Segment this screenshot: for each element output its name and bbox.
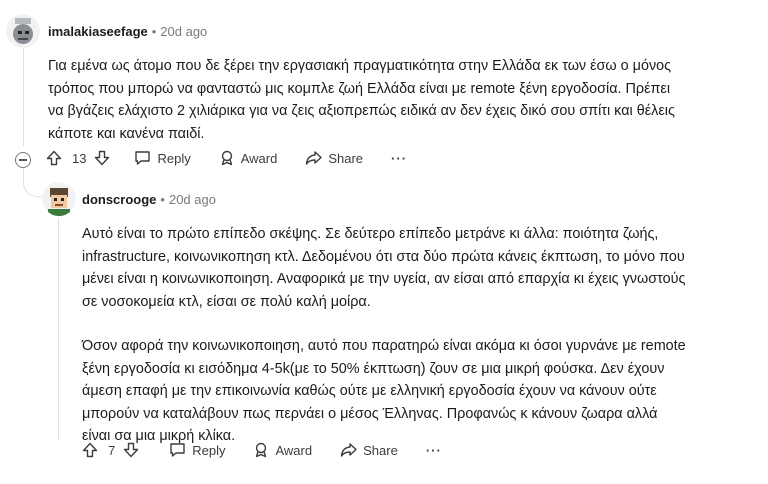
upvote-icon[interactable] — [46, 150, 62, 166]
more-options-icon[interactable]: ··· — [391, 151, 407, 166]
more-options-button[interactable]: ··· — [391, 151, 407, 166]
collapse-thread-button[interactable] — [15, 152, 31, 168]
timestamp[interactable]: 20d ago — [169, 192, 216, 207]
share-button[interactable]: Share — [305, 150, 363, 166]
downvote-button[interactable] — [94, 150, 110, 166]
share-icon[interactable] — [340, 442, 357, 458]
separator-dot: • — [151, 24, 157, 39]
award-icon[interactable] — [253, 442, 269, 458]
vote-count: 13 — [72, 150, 87, 166]
share-button[interactable]: Share — [340, 442, 398, 458]
comment-meta: donscrooge • 20d ago — [82, 192, 216, 207]
username[interactable]: imalakiaseefage — [48, 24, 148, 39]
reply-button[interactable]: Reply — [169, 442, 225, 458]
reply-label[interactable]: Reply — [192, 443, 225, 458]
thread-line[interactable] — [23, 48, 24, 146]
more-options-icon[interactable]: ··· — [426, 443, 442, 458]
comment-paragraph: Για εμένα ως άτομο που δε ξέρει την εργα… — [48, 58, 675, 142]
timestamp[interactable]: 20d ago — [160, 24, 207, 39]
comment-body: Αυτό είναι το πρώτο επίπεδο σκέψης. Σε δ… — [82, 223, 687, 448]
username[interactable]: donscrooge — [82, 192, 156, 207]
award-button[interactable]: Award — [219, 150, 278, 166]
share-label[interactable]: Share — [363, 443, 398, 458]
award-button[interactable]: Award — [253, 442, 312, 458]
upvote-button[interactable] — [82, 442, 98, 458]
comment-actions: 7 Reply Award Share ··· — [82, 442, 442, 458]
separator-dot: • — [160, 192, 165, 207]
comment-body: Για εμένα ως άτομο που δε ξέρει την εργα… — [48, 55, 678, 145]
avatar[interactable] — [6, 14, 40, 48]
award-icon[interactable] — [219, 150, 235, 166]
award-label[interactable]: Award — [275, 443, 312, 458]
vote-count: 7 — [108, 442, 116, 458]
reply-icon[interactable] — [169, 442, 186, 458]
comment-paragraph: Αυτό είναι το πρώτο επίπεδο σκέψης. Σε δ… — [82, 226, 686, 310]
downvote-button[interactable] — [123, 442, 139, 458]
thread-line-reply[interactable] — [58, 218, 59, 440]
thread-connector — [23, 168, 44, 197]
award-label[interactable]: Award — [241, 151, 278, 166]
upvote-icon[interactable] — [82, 442, 98, 458]
comment-paragraph: Όσον αφορά την κοινωνικοποιηση, αυτό που… — [82, 338, 686, 444]
share-icon[interactable] — [305, 150, 323, 166]
downvote-icon[interactable] — [123, 442, 139, 458]
downvote-icon[interactable] — [94, 150, 110, 166]
reply-icon[interactable] — [134, 150, 151, 166]
comment-actions: 13 Reply Award Share ··· — [46, 150, 407, 166]
avatar[interactable] — [42, 182, 76, 216]
reply-label[interactable]: Reply — [157, 151, 190, 166]
reply-button[interactable]: Reply — [134, 150, 191, 166]
share-label[interactable]: Share — [328, 151, 363, 166]
comment-meta: imalakiaseefage • 20d ago — [48, 24, 207, 39]
upvote-button[interactable] — [46, 150, 62, 166]
more-options-button[interactable]: ··· — [426, 443, 442, 458]
